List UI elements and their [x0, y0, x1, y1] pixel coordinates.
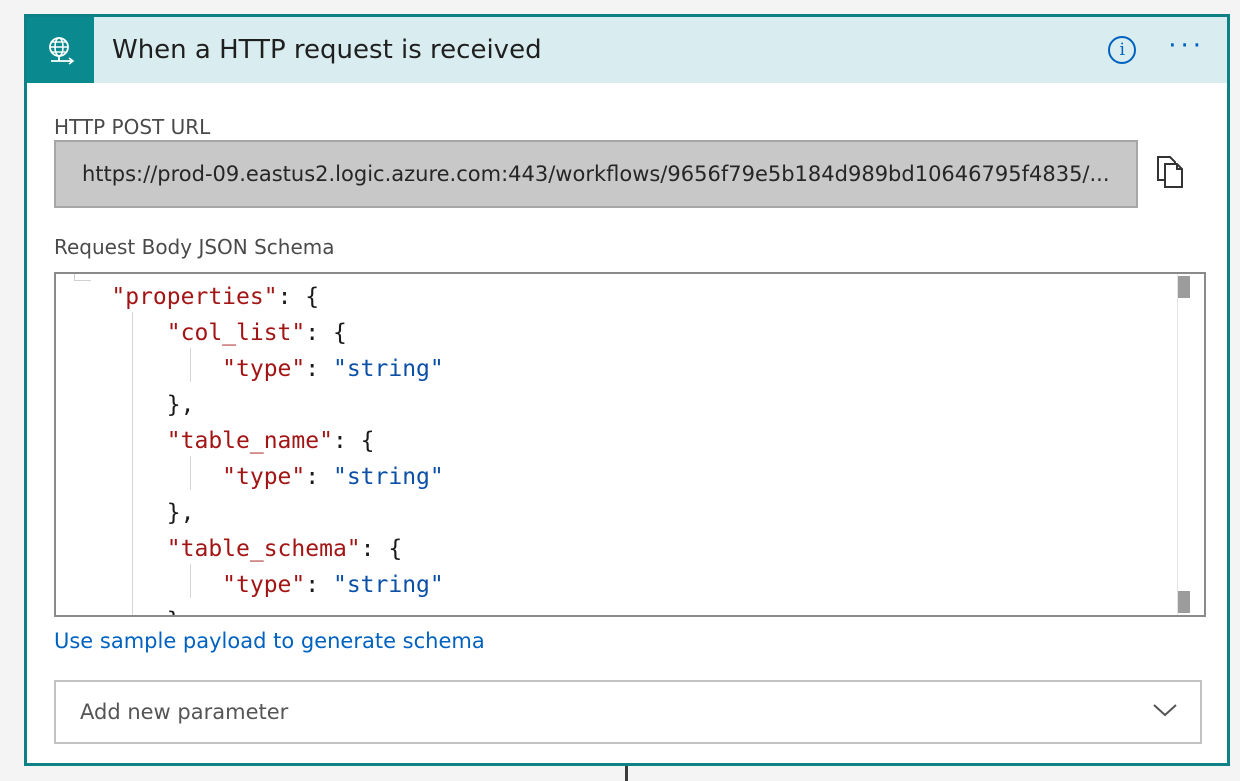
code-line: "table_schema": {	[56, 531, 402, 567]
code-value: "string"	[332, 464, 444, 490]
code-key: "type"	[222, 356, 306, 382]
code-line: },	[56, 495, 195, 531]
code-punct: : {	[360, 536, 403, 562]
code-line: "col_list": {	[56, 315, 347, 351]
code-line: "type": "string"	[56, 459, 444, 495]
use-sample-payload-link[interactable]: Use sample payload to generate schema	[54, 629, 485, 653]
code-value: "string"	[332, 356, 444, 382]
code-pre	[56, 464, 222, 490]
code-pre	[56, 500, 167, 526]
scrollbar-thumb-top[interactable]	[1178, 276, 1190, 298]
code-punct: : {	[332, 428, 375, 454]
code-line: "table_name": {	[56, 423, 375, 459]
code-line: }	[56, 603, 181, 615]
code-pre	[56, 356, 222, 382]
code-punct: },	[166, 500, 195, 526]
json-schema-editor[interactable]: "properties": { "col_list": { "type": "s…	[54, 272, 1206, 617]
http-post-url-value: https://prod-09.eastus2.logic.azure.com:…	[82, 162, 1110, 186]
code-line: "type": "string"	[56, 567, 444, 603]
code-pre	[56, 572, 222, 598]
code-punct: : {	[277, 284, 320, 310]
code-key: "table_name"	[166, 428, 333, 454]
code-pre	[56, 536, 167, 562]
add-parameter-placeholder: Add new parameter	[80, 700, 289, 724]
code-key: "table_schema"	[166, 536, 361, 562]
code-key: "col_list"	[166, 320, 306, 346]
chevron-down-icon	[1153, 704, 1177, 717]
code-punct: :	[305, 356, 333, 382]
card-title: When a HTTP request is received	[112, 35, 542, 65]
code-pre	[56, 608, 167, 615]
info-icon[interactable]: i	[1108, 36, 1137, 64]
code-line: },	[56, 387, 195, 423]
url-field-label: HTTP POST URL	[54, 115, 211, 139]
add-new-parameter-dropdown[interactable]: Add new parameter	[54, 680, 1202, 744]
code-value: "string"	[332, 572, 444, 598]
code-key: "type"	[222, 572, 306, 598]
editor-scrollbar[interactable]	[1177, 274, 1204, 615]
copy-icon	[1157, 156, 1183, 188]
ellipsis-icon[interactable]: ···	[1168, 33, 1205, 64]
card-header[interactable]: When a HTTP request is received i ···	[27, 17, 1227, 83]
code-key: "type"	[222, 464, 306, 490]
code-punct: }	[167, 608, 181, 615]
code-pre	[56, 428, 167, 454]
code-line: "type": "string"	[56, 351, 444, 387]
code-pre	[56, 284, 111, 310]
code-punct: },	[166, 392, 195, 418]
copy-url-button[interactable]	[1153, 154, 1187, 190]
info-glyph: i	[1119, 40, 1125, 60]
trigger-icon-tile	[27, 17, 94, 83]
code-line: "properties": {	[56, 279, 319, 315]
code-punct: : {	[305, 320, 347, 346]
code-pre	[56, 320, 167, 346]
globe-request-icon	[48, 37, 74, 65]
schema-field-label: Request Body JSON Schema	[54, 235, 335, 259]
code-pre	[56, 392, 167, 418]
code-punct: :	[305, 572, 333, 598]
code-punct: :	[305, 464, 333, 490]
code-key: "properties"	[111, 284, 278, 310]
http-post-url-field[interactable]: https://prod-09.eastus2.logic.azure.com:…	[54, 140, 1138, 208]
scrollbar-thumb-bottom[interactable]	[1178, 591, 1190, 613]
trigger-card: When a HTTP request is received i ··· HT…	[24, 14, 1230, 766]
